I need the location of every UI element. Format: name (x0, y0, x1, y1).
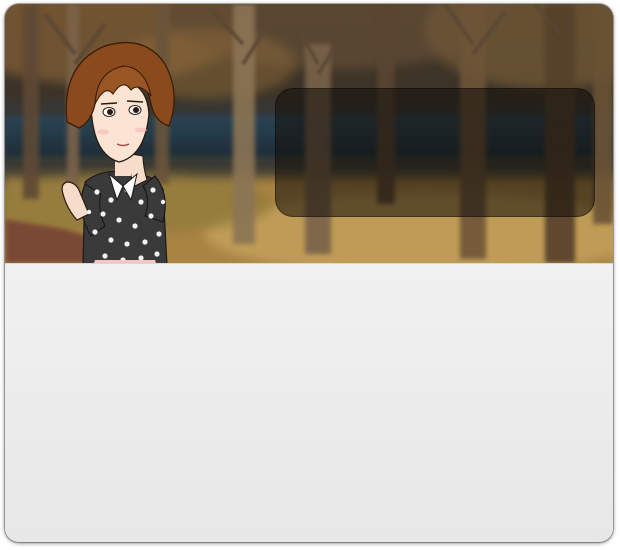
dialog-window (5, 4, 613, 542)
content-panel (5, 263, 613, 542)
scene-banner (5, 4, 613, 263)
speech-box (275, 88, 595, 217)
